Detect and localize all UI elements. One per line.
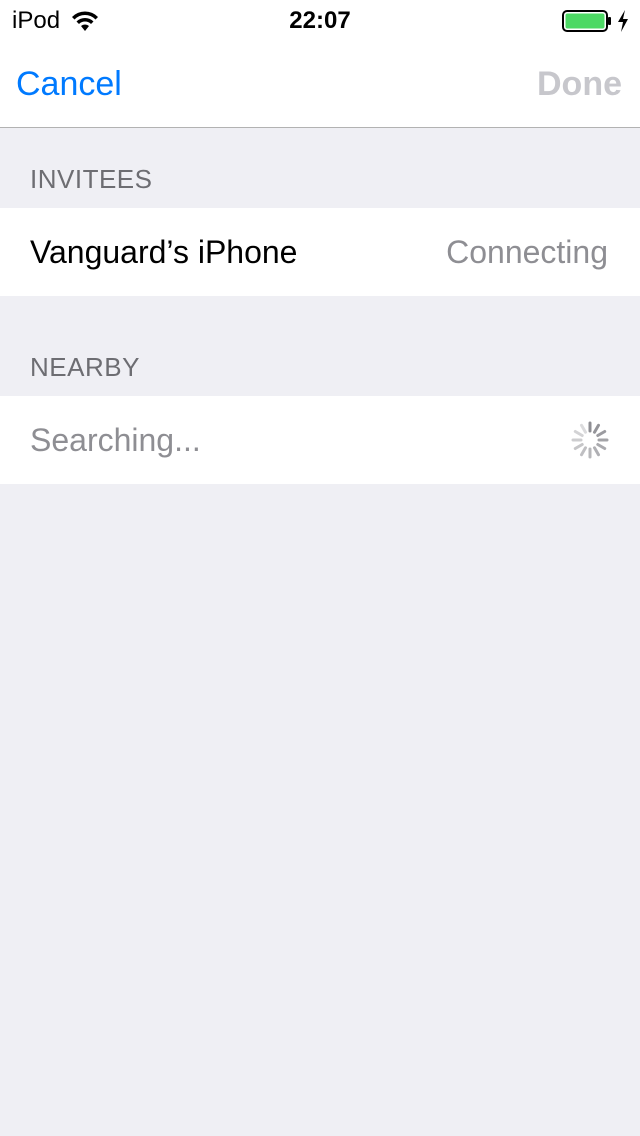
invitees-header: INVITEES bbox=[30, 164, 153, 194]
nav-bar: Cancel Done bbox=[0, 40, 640, 128]
spinner-spoke bbox=[596, 430, 607, 437]
invitee-status: Connecting bbox=[446, 234, 608, 270]
spinner-spoke bbox=[593, 446, 600, 457]
spinner-spoke bbox=[573, 443, 584, 450]
status-right bbox=[562, 8, 630, 34]
spinner-spoke bbox=[593, 423, 600, 434]
screen: iPod 22:07 Cancel Done INVITEES Vanguard… bbox=[0, 0, 640, 1136]
nearby-header: NEARBY bbox=[30, 352, 140, 382]
spinner-spoke bbox=[596, 443, 607, 450]
invitee-name: Vanguard’s iPhone bbox=[30, 234, 298, 270]
battery-icon bbox=[562, 10, 611, 32]
invitee-row[interactable]: Vanguard’s iPhone Connecting bbox=[0, 208, 640, 296]
spinner-spoke bbox=[580, 446, 587, 457]
searching-label: Searching... bbox=[30, 422, 201, 458]
spinner-spoke bbox=[573, 430, 584, 437]
cancel-button[interactable]: Cancel bbox=[16, 62, 122, 106]
status-time: 22:07 bbox=[289, 7, 351, 34]
activity-spinner-icon bbox=[571, 421, 609, 459]
nearby-searching-row: Searching... bbox=[0, 396, 640, 484]
charging-bolt-icon bbox=[618, 10, 628, 32]
spinner-spoke bbox=[580, 423, 587, 434]
done-button[interactable]: Done bbox=[537, 62, 622, 106]
status-bar: iPod 22:07 bbox=[0, 0, 640, 40]
